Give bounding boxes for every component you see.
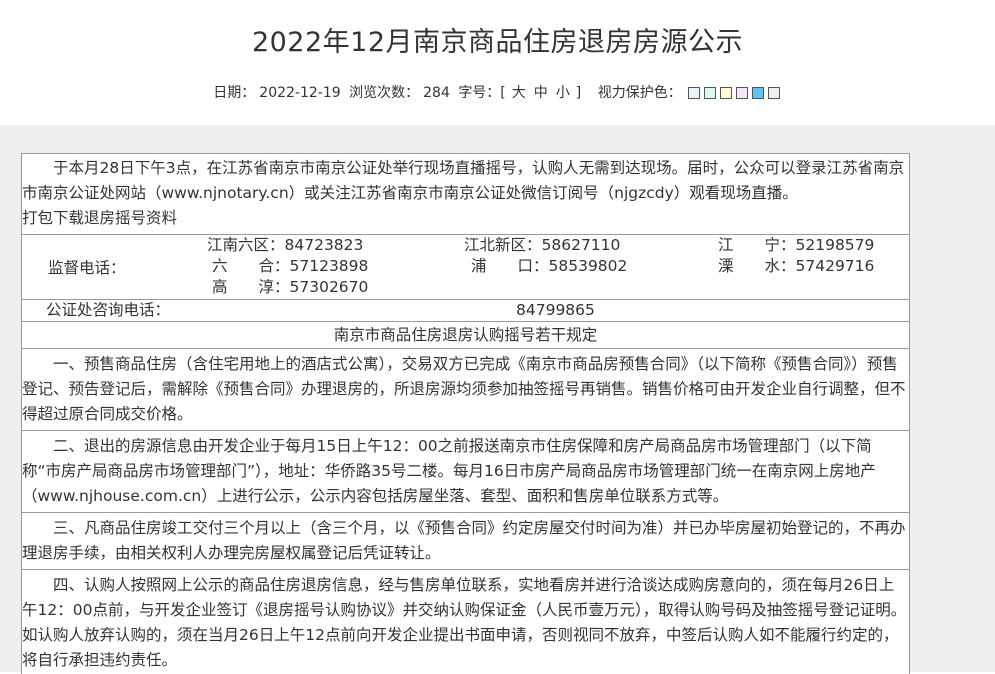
eye-protect-label: 视力保护色：: [597, 85, 682, 101]
article-table: 于本月28日下午3点，在江苏省南京市南京公证处举行现场直播摇号，认购人无需到达现…: [21, 153, 910, 674]
rules-title: 南京市商品住房退房认购摇号若干规定: [22, 322, 909, 349]
font-size-close: ]: [575, 85, 582, 101]
notary-label: 公证处咨询电话：: [46, 301, 171, 319]
rule-paragraph-3: 三、凡商品住房竣工交付三个月以上（含三个月，以《预售合同》约定房屋交付时间为准）…: [22, 513, 909, 570]
eye-protect-swatch-1[interactable]: [687, 87, 700, 99]
phone-lishui: 溧 水：57429716: [718, 257, 875, 275]
eye-protect-swatch-5[interactable]: [751, 87, 764, 99]
notary-number: 84799865: [516, 301, 595, 319]
eye-protect-swatch-2[interactable]: [703, 87, 716, 99]
font-small-button[interactable]: 小: [556, 85, 570, 101]
phone-gaochun: 高 淳：57302670: [212, 278, 369, 296]
font-medium-button[interactable]: 中: [534, 85, 548, 101]
notary-phone-row: 公证处咨询电话： 84799865: [22, 300, 909, 322]
intro-cell: 于本月28日下午3点，在江苏省南京市南京公证处举行现场直播摇号，认购人无需到达现…: [22, 154, 909, 235]
rule-paragraph-1: 一、预售商品住房（含住宅用地上的酒店式公寓），交易双方已完成《南京市商品房预售合…: [22, 349, 909, 431]
eye-protect-swatch-6[interactable]: [767, 87, 780, 99]
rule-paragraph-2: 二、退出的房源信息由开发企业于每月15日上午12：00之前报送南京市住房保障和房…: [22, 431, 909, 513]
rule-paragraph-4: 四、认购人按照网上公示的商品住房退房信息，经与售房单位联系，实地看房并进行洽谈达…: [22, 576, 907, 669]
intro-text: 于本月28日下午3点，在江苏省南京市南京公证处举行现场直播摇号，认购人无需到达现…: [22, 159, 905, 202]
article-meta: 日期： 2022-12-19 浏览次数： 284 字号：[ 大中小] 视力保护色：: [0, 82, 995, 102]
page-title: 2022年12月南京商品住房退房房源公示: [251, 27, 744, 58]
font-size-label: 字号：[: [458, 85, 506, 101]
views-count: 284: [423, 85, 450, 101]
download-link[interactable]: 打包下载退房摇号资料: [22, 209, 177, 227]
eye-protect-swatch-3[interactable]: [719, 87, 732, 99]
eye-protect-swatches: [686, 85, 782, 101]
date-label: 日期：: [213, 85, 256, 101]
views-label: 浏览次数：: [349, 85, 420, 101]
eye-protect-swatch-4[interactable]: [735, 87, 748, 99]
date-value: 2022-12-19: [259, 85, 341, 101]
page-header: 2022年12月南京商品住房退房房源公示 日期： 2022-12-19 浏览次数：…: [0, 0, 995, 125]
supervision-label: 监督电话：: [48, 259, 126, 277]
font-large-button[interactable]: 大: [512, 85, 526, 101]
supervision-phones: 监督电话： 江南六区：84723823 江北新区：58627110 江 宁：52…: [22, 235, 909, 300]
phone-pukou: 浦 口：58539802: [471, 257, 628, 275]
